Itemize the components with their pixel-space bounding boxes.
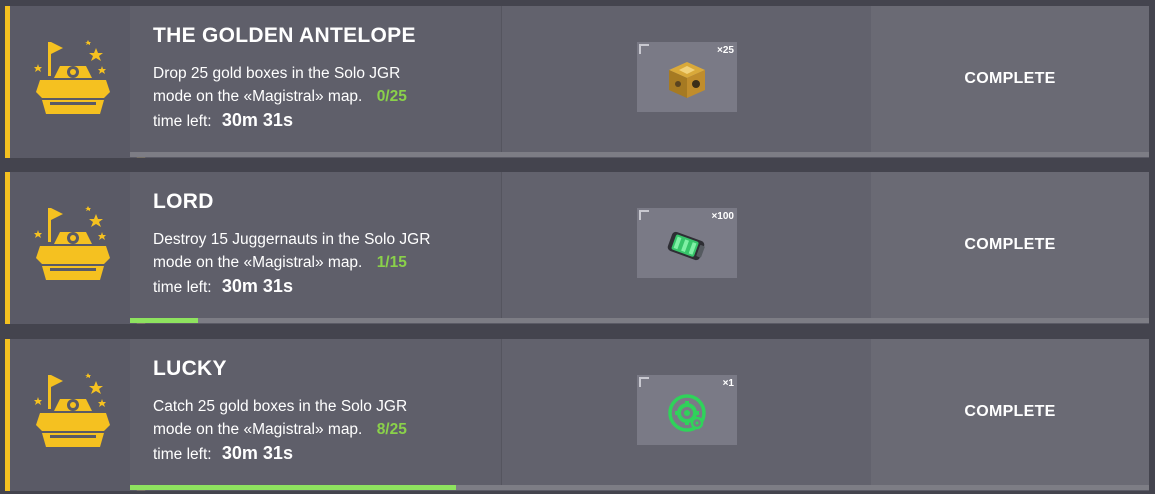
tile-corner	[639, 210, 649, 220]
progress-bar-fill	[130, 485, 457, 490]
tank-trophy-icon	[34, 40, 110, 114]
complete-button[interactable]: COMPLETE	[871, 172, 1149, 318]
progress-bar-fill	[130, 318, 198, 323]
time-label: time left:	[153, 446, 212, 463]
tank-trophy-icon	[34, 373, 110, 447]
complete-button[interactable]: COMPLETE	[871, 6, 1149, 152]
tile-corner	[639, 377, 649, 387]
tank-trophy-icon	[34, 206, 110, 280]
mission-icon-panel	[10, 172, 130, 324]
progress-counter: 8/25	[376, 421, 407, 438]
gold-box-icon	[669, 62, 705, 98]
progress-bar	[130, 318, 1149, 323]
mission-description: Catch 25 gold boxes in the Solo JGR mode…	[153, 395, 493, 441]
progress-counter: 1/15	[376, 254, 407, 271]
time-left: time left: 30m 31s	[153, 443, 293, 464]
time-label: time left:	[153, 113, 212, 130]
reward-quantity: ×25	[717, 45, 734, 56]
complete-button-label: COMPLETE	[964, 70, 1056, 87]
description-line-1: Catch 25 gold boxes in the Solo JGR	[153, 398, 408, 415]
mission-info: THE GOLDEN ANTELOPE Drop 25 gold boxes i…	[130, 6, 501, 152]
mission-card: LUCKY Catch 25 gold boxes in the Solo JG…	[5, 339, 1149, 491]
mission-title: THE GOLDEN ANTELOPE	[153, 24, 416, 47]
mission-icon-panel	[10, 339, 130, 491]
reward-tile[interactable]: ×25	[637, 42, 737, 112]
reward-quantity: ×100	[711, 211, 734, 222]
mission-card: THE GOLDEN ANTELOPE Drop 25 gold boxes i…	[5, 6, 1149, 158]
time-value: 30m 31s	[221, 443, 293, 463]
description-line-1: Drop 25 gold boxes in the Solo JGR	[153, 65, 401, 82]
complete-button-label: COMPLETE	[964, 403, 1056, 420]
reward-area: ×25	[501, 6, 872, 152]
mission-card: LORD Destroy 15 Juggernauts in the Solo …	[5, 172, 1149, 324]
reward-tile[interactable]: ×1	[637, 375, 737, 445]
time-value: 30m 31s	[221, 110, 293, 130]
time-left: time left: 30m 31s	[153, 110, 293, 131]
description-line-2: mode on the «Magistral» map.	[153, 88, 363, 105]
mission-description: Destroy 15 Juggernauts in the Solo JGR m…	[153, 228, 493, 274]
reward-quantity: ×1	[722, 378, 734, 389]
tile-corner	[639, 44, 649, 54]
progress-bar	[130, 485, 1149, 490]
gear-icon	[668, 394, 706, 432]
time-left: time left: 30m 31s	[153, 276, 293, 297]
description-line-2: mode on the «Magistral» map.	[153, 421, 363, 438]
progress-counter: 0/25	[376, 88, 407, 105]
mission-title: LORD	[153, 190, 214, 213]
progress-bar	[130, 152, 1149, 157]
battery-icon	[667, 231, 705, 261]
reward-tile[interactable]: ×100	[637, 208, 737, 278]
mission-title: LUCKY	[153, 357, 227, 380]
complete-button[interactable]: COMPLETE	[871, 339, 1149, 485]
description-line-2: mode on the «Magistral» map.	[153, 254, 363, 271]
reward-area: ×100	[501, 172, 872, 318]
mission-description: Drop 25 gold boxes in the Solo JGR mode …	[153, 62, 493, 108]
complete-button-label: COMPLETE	[964, 236, 1056, 253]
time-label: time left:	[153, 279, 212, 296]
description-line-1: Destroy 15 Juggernauts in the Solo JGR	[153, 231, 431, 248]
mission-icon-panel	[10, 6, 130, 158]
mission-info: LORD Destroy 15 Juggernauts in the Solo …	[130, 172, 501, 318]
reward-area: ×1	[501, 339, 872, 485]
time-value: 30m 31s	[221, 276, 293, 296]
mission-info: LUCKY Catch 25 gold boxes in the Solo JG…	[130, 339, 501, 485]
